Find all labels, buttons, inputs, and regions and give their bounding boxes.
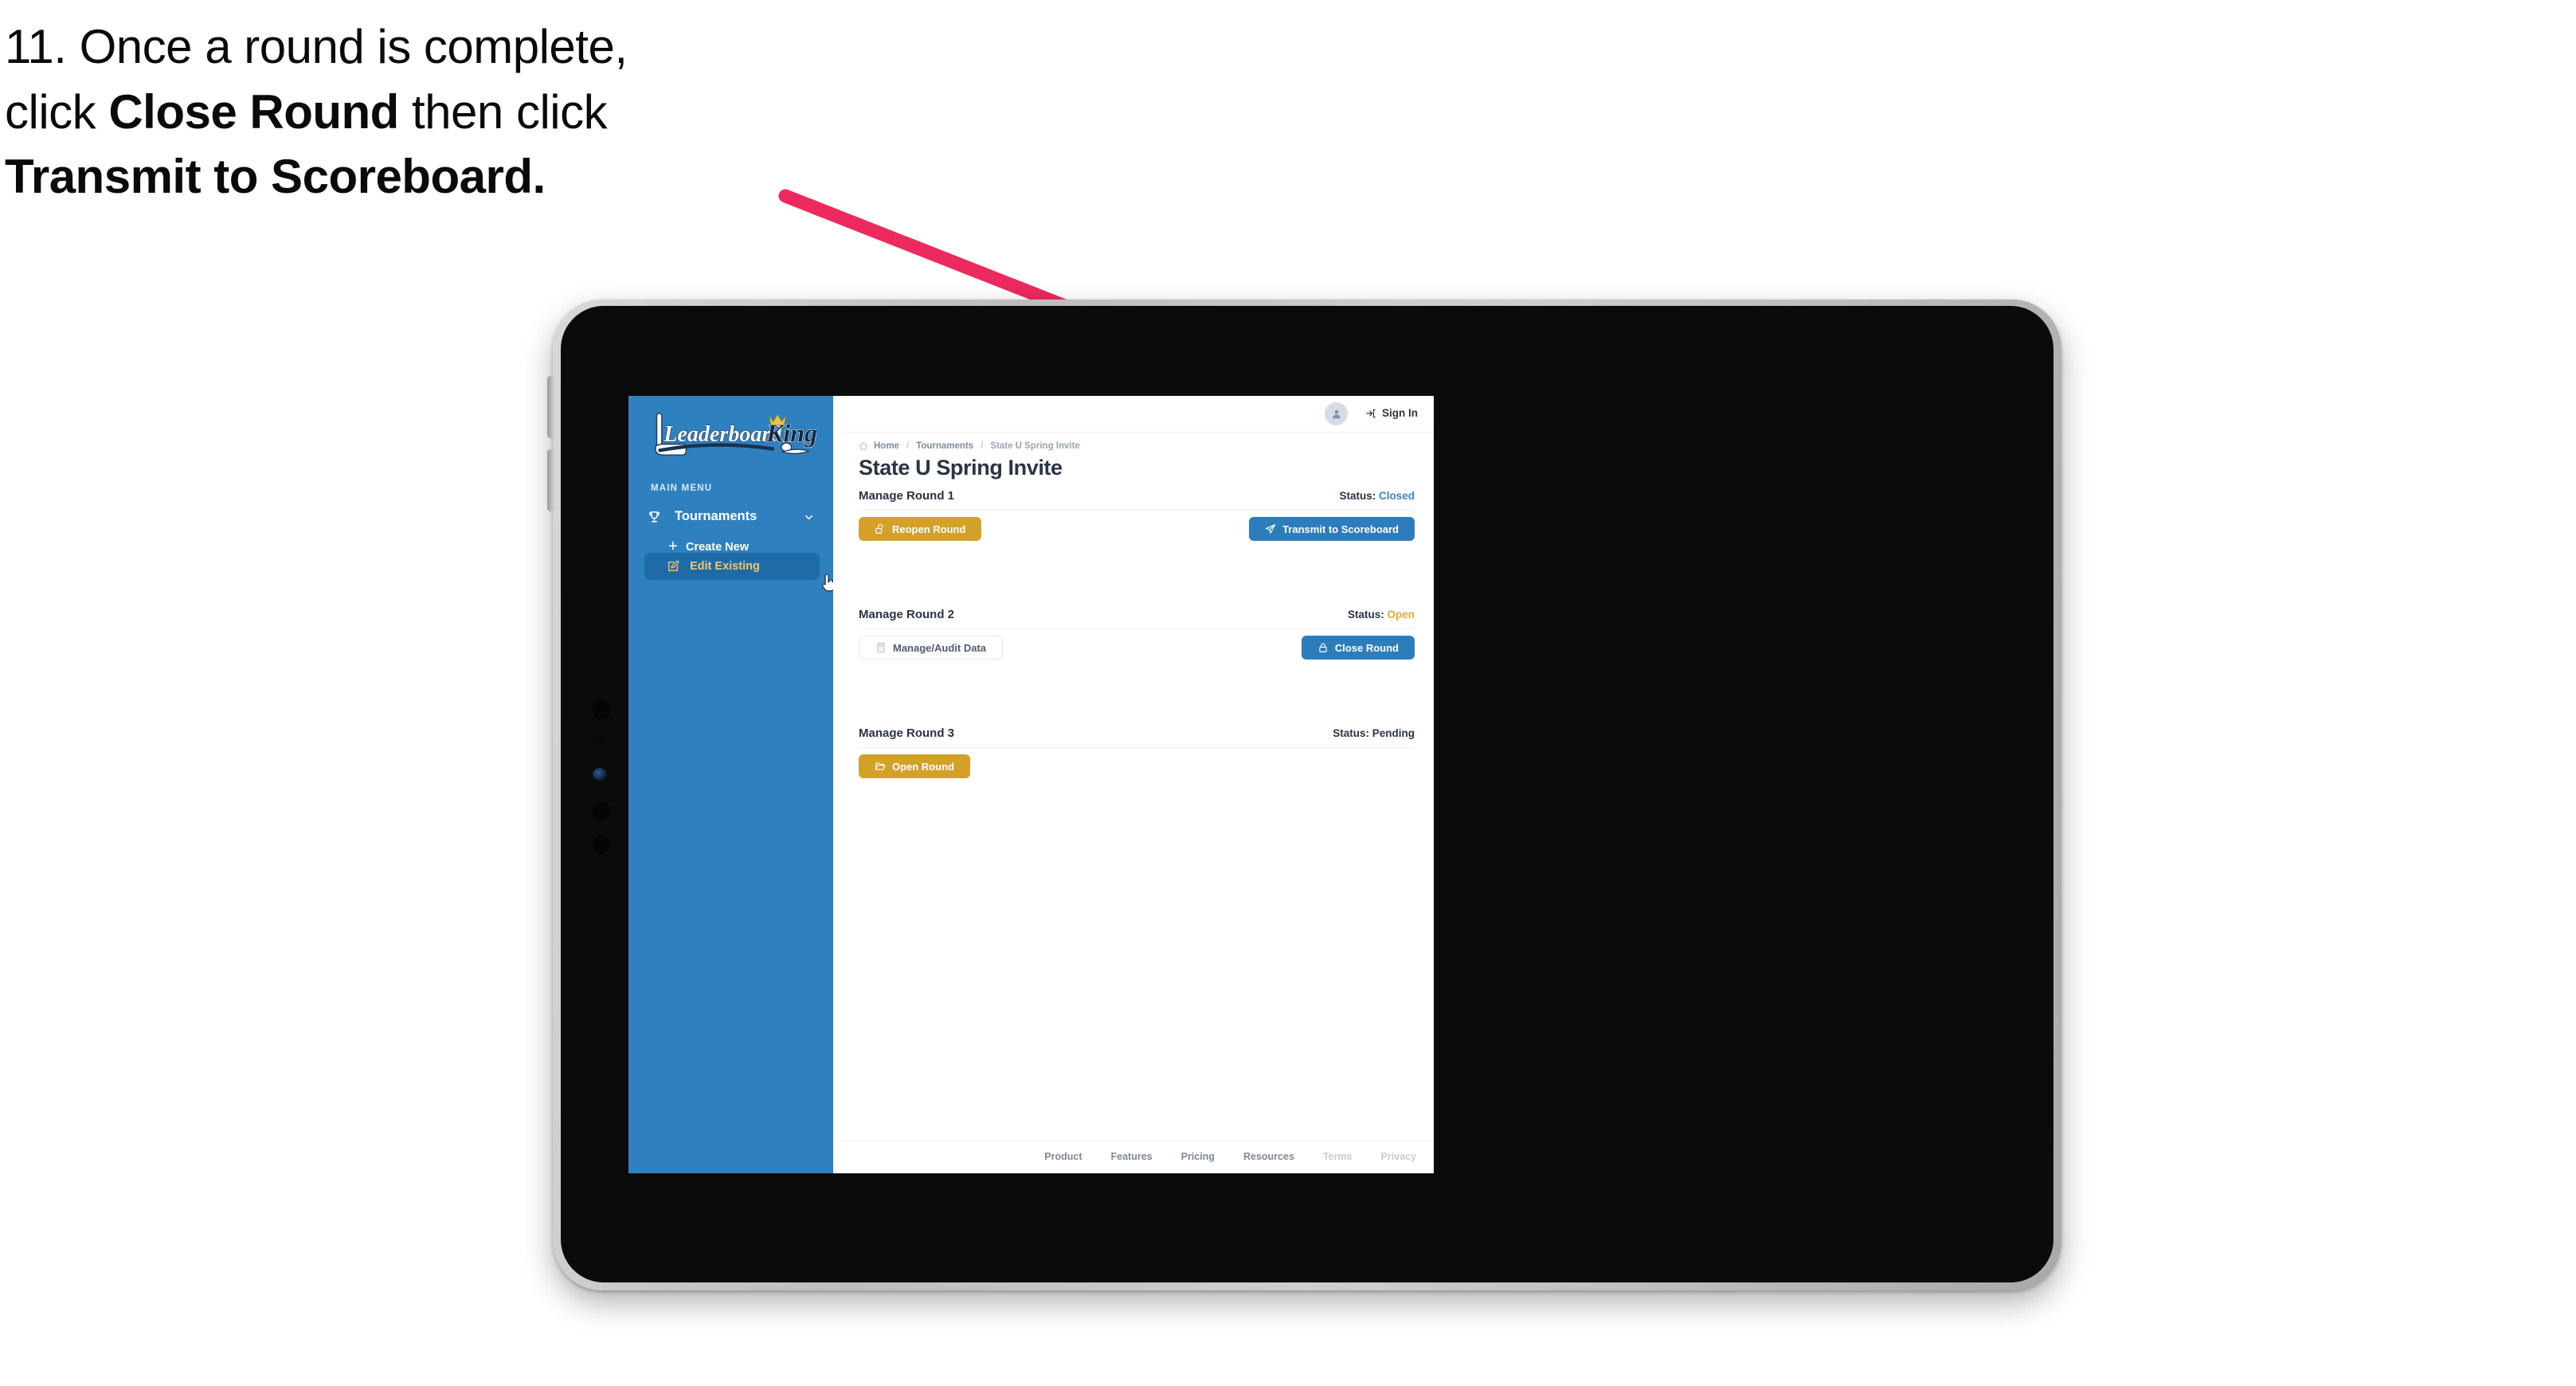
calculator-icon <box>875 642 887 653</box>
footer-link-features[interactable]: Features <box>1111 1151 1153 1162</box>
sidebar-section-label: MAIN MENU <box>651 484 713 493</box>
button-label: Transmit to Scoreboard <box>1282 523 1399 535</box>
round-header: Manage Round 2 Status: Open <box>859 608 1415 629</box>
login-arrow-icon <box>1365 408 1376 419</box>
status-label: Status: <box>1333 727 1369 739</box>
status-value: Closed <box>1378 490 1415 502</box>
speaker-dot-1 <box>593 801 610 820</box>
trophy-icon <box>648 510 667 523</box>
status-value: Pending <box>1372 727 1415 739</box>
sidebar-item-label: Create New <box>686 540 749 554</box>
logo-word-leaderboard: Leaderboard <box>663 422 782 447</box>
camera-lens-icon <box>593 768 607 781</box>
sidebar-item-edit-existing[interactable]: Edit Existing <box>644 553 820 580</box>
button-label: Open Round <box>892 760 954 773</box>
status-label: Status: <box>1347 609 1384 621</box>
status-value: Open <box>1387 609 1415 621</box>
unlock-icon <box>875 523 886 534</box>
round-title: Manage Round 3 <box>859 726 955 740</box>
footer-link-product[interactable]: Product <box>1044 1151 1082 1162</box>
button-label: Close Round <box>1334 641 1399 654</box>
status-badge: Status: Pending <box>1333 727 1415 739</box>
volume-up-button[interactable] <box>547 376 554 438</box>
round-header: Manage Round 1 Status: Closed <box>859 489 1415 511</box>
sidebar: Leaderboard King MAIN MENU Tournaments + <box>628 396 836 1173</box>
caption-line-3: Transmit to Scoreboard. <box>5 150 546 204</box>
button-label: Manage/Audit Data <box>893 641 987 654</box>
breadcrumb-item-current: State U Spring Invite <box>990 441 1080 451</box>
sign-in-button[interactable]: Sign In <box>1365 407 1418 419</box>
round-title: Manage Round 1 <box>859 489 955 503</box>
chevron-down-icon[interactable] <box>803 511 815 527</box>
footer-link-pricing[interactable]: Pricing <box>1181 1151 1215 1162</box>
transmit-to-scoreboard-button[interactable]: Transmit to Scoreboard <box>1249 517 1415 541</box>
instruction-caption: 11. Once a round is complete, click Clos… <box>5 14 849 209</box>
lock-icon <box>1317 642 1329 653</box>
footer: Product Features Pricing Resources Terms… <box>833 1141 1434 1173</box>
manage-audit-data-button[interactable]: Manage/Audit Data <box>859 636 1004 660</box>
round-header: Manage Round 3 Status: Pending <box>859 726 1415 748</box>
breadcrumb-separator: / <box>906 441 910 451</box>
breadcrumb-separator: / <box>981 441 984 451</box>
app-screen: Leaderboard King MAIN MENU Tournaments + <box>628 396 1434 1173</box>
leaderboard-king-logo: Leaderboard King <box>655 413 816 456</box>
round-title: Manage Round 2 <box>859 608 955 621</box>
edit-square-icon <box>667 560 679 573</box>
footer-links: Product Features Pricing Resources Terms… <box>1016 1151 1416 1162</box>
send-plane-icon <box>1265 523 1276 534</box>
footer-link-privacy[interactable]: Privacy <box>1381 1151 1416 1162</box>
speaker-dot-2 <box>593 835 610 854</box>
round-section-3: Manage Round 3 Status: Pending Open Roun <box>859 726 1415 783</box>
top-bar: Sign In <box>833 396 1434 433</box>
footer-link-resources[interactable]: Resources <box>1243 1151 1294 1162</box>
sign-in-label: Sign In <box>1382 407 1418 419</box>
round-section-2: Manage Round 2 Status: Open Manage/Audit… <box>859 608 1415 664</box>
sidebar-item-tournaments[interactable]: Tournaments <box>648 509 815 524</box>
page-title: State U Spring Invite <box>859 456 1063 480</box>
status-label: Status: <box>1339 490 1376 502</box>
main-area: Sign In Home / Tournaments / State U Spr… <box>833 396 1434 1173</box>
avatar[interactable] <box>1325 402 1348 425</box>
caption-line-2: click Close Round then click <box>5 84 608 139</box>
reopen-round-button[interactable]: Reopen Round <box>859 517 982 541</box>
round-actions: Open Round <box>859 748 1415 783</box>
open-round-button[interactable]: Open Round <box>859 754 970 778</box>
status-badge: Status: Open <box>1348 609 1415 621</box>
logo-word-king: King <box>765 420 816 448</box>
sensor-dot <box>598 736 603 741</box>
folder-open-icon <box>875 761 886 772</box>
button-label: Reopen Round <box>892 523 966 535</box>
sidebar-item-label: Tournaments <box>675 509 758 523</box>
volume-down-button[interactable] <box>547 449 554 511</box>
breadcrumb-item-home[interactable]: Home <box>874 441 899 451</box>
breadcrumb: Home / Tournaments / State U Spring Invi… <box>859 441 1080 451</box>
content-area: Home / Tournaments / State U Spring Invi… <box>833 432 1434 1173</box>
status-badge: Status: Closed <box>1339 490 1415 502</box>
round-actions: Manage/Audit Data Close Round <box>859 629 1415 664</box>
round-section-1: Manage Round 1 Status: Closed Reopen Rou <box>859 489 1415 546</box>
sidebar-item-label: Edit Existing <box>690 560 760 573</box>
close-round-button[interactable]: Close Round <box>1301 636 1415 660</box>
home-icon[interactable] <box>859 441 868 451</box>
round-actions: Reopen Round Transmit to Scoreboard <box>859 511 1415 546</box>
caption-line-1: 11. Once a round is complete, <box>5 20 628 73</box>
user-avatar-icon <box>1332 409 1341 418</box>
footer-link-terms[interactable]: Terms <box>1323 1151 1353 1162</box>
front-camera-dot <box>593 699 610 720</box>
breadcrumb-item-tournaments[interactable]: Tournaments <box>916 441 973 451</box>
